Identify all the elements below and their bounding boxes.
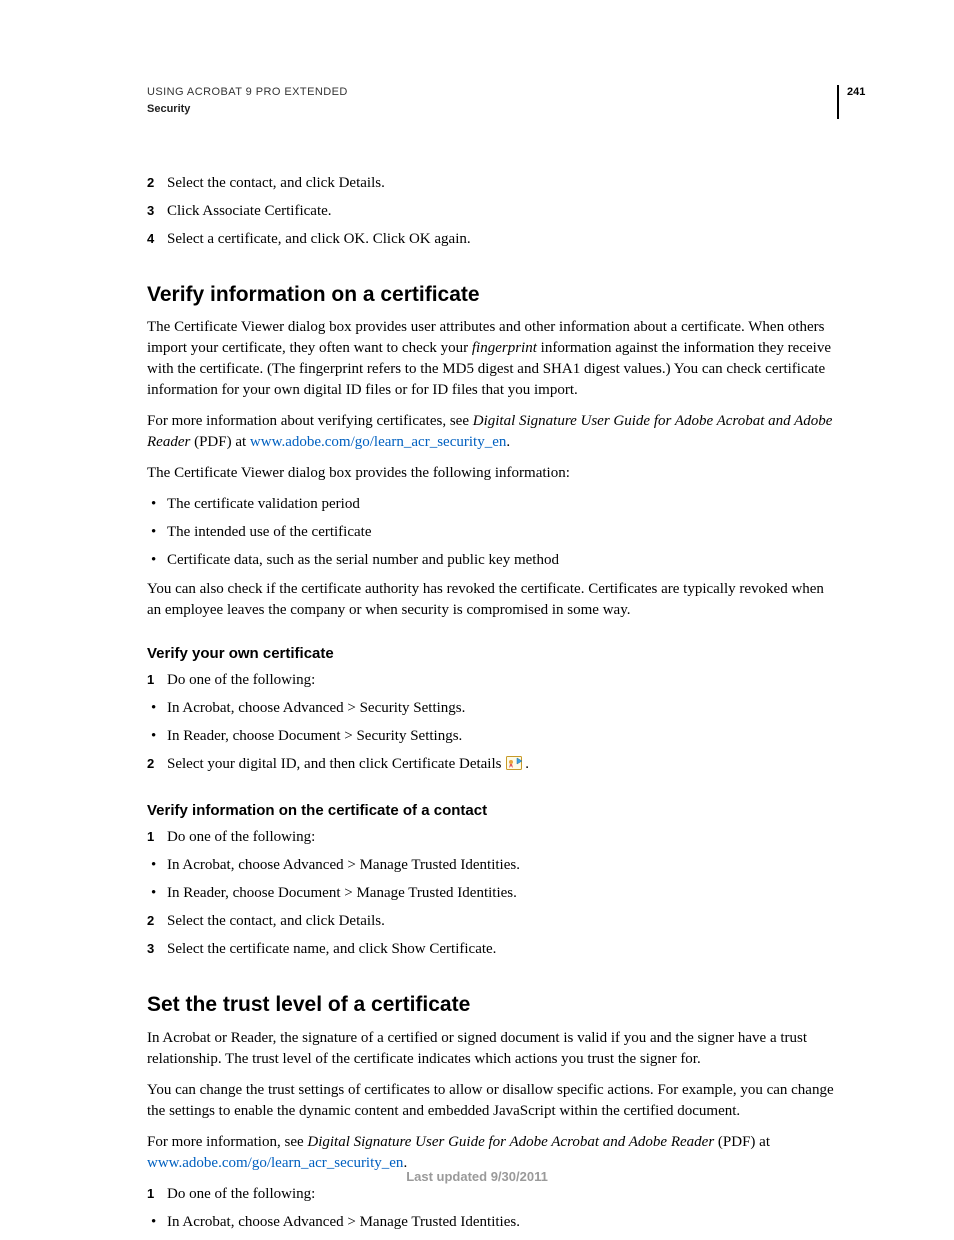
step-text: Select the contact, and click Details.	[167, 911, 837, 932]
running-head: USING ACROBAT 9 PRO EXTENDED	[147, 85, 837, 100]
text-run: For more information, see	[147, 1134, 307, 1150]
step-number: 1	[147, 670, 167, 691]
subsection-heading: Verify your own certificate	[147, 643, 837, 664]
bullet-row: • In Acrobat, choose Advanced > Manage T…	[147, 855, 837, 876]
italic-title: Digital Signature User Guide for Adobe A…	[307, 1134, 714, 1150]
adobe-security-link[interactable]: www.adobe.com/go/learn_acr_security_en	[250, 434, 506, 450]
bullet-icon: •	[147, 855, 167, 876]
step-row: 2 Select the contact, and click Details.	[147, 911, 837, 932]
page-number: 241	[837, 85, 865, 119]
bullet-row: • The certificate validation period	[147, 494, 837, 515]
step-number: 3	[147, 201, 167, 222]
bullet-row: • In Reader, choose Document > Manage Tr…	[147, 883, 837, 904]
bullet-row: • Certificate data, such as the serial n…	[147, 550, 837, 571]
italic-term: fingerprint	[472, 340, 537, 356]
step-row: 2 Select the contact, and click Details.	[147, 173, 837, 194]
bullet-row: • In Acrobat, choose Advanced > Manage T…	[147, 1212, 837, 1233]
step-text: Select your digital ID, and then click C…	[167, 754, 837, 778]
page-number-value: 241	[847, 86, 865, 98]
bullet-icon: •	[147, 1212, 167, 1233]
step-number: 3	[147, 939, 167, 960]
bullet-icon: •	[147, 550, 167, 571]
bullet-icon: •	[147, 883, 167, 904]
step-row: 1 Do one of the following:	[147, 1184, 837, 1205]
bullet-text: The intended use of the certificate	[167, 522, 837, 543]
step-text: Do one of the following:	[167, 827, 837, 848]
step-row: 1 Do one of the following:	[147, 670, 837, 691]
step-text: Select the contact, and click Details.	[167, 173, 837, 194]
step-row: 1 Do one of the following:	[147, 827, 837, 848]
footer-updated: Last updated 9/30/2011	[0, 1168, 954, 1186]
bullet-text: In Reader, choose Document > Security Se…	[167, 726, 837, 747]
text-run: .	[506, 434, 510, 450]
step-row: 2 Select your digital ID, and then click…	[147, 754, 837, 778]
step-text: Select a certificate, and click OK. Clic…	[167, 229, 837, 250]
step-number: 2	[147, 754, 167, 775]
bullet-text: In Acrobat, choose Advanced > Manage Tru…	[167, 855, 837, 876]
section-heading: Verify information on a certificate	[147, 280, 837, 309]
body-paragraph: For more information about verifying cer…	[147, 411, 837, 453]
bullet-text: In Acrobat, choose Advanced > Security S…	[167, 698, 837, 719]
step-text: Select the certificate name, and click S…	[167, 939, 837, 960]
section-heading: Set the trust level of a certificate	[147, 990, 837, 1019]
bullet-text: The certificate validation period	[167, 494, 837, 515]
body-paragraph: In Acrobat or Reader, the signature of a…	[147, 1028, 837, 1070]
step-number: 2	[147, 173, 167, 194]
body-paragraph: You can also check if the certificate au…	[147, 579, 837, 621]
body-paragraph: The Certificate Viewer dialog box provid…	[147, 463, 837, 484]
step-row: 4 Select a certificate, and click OK. Cl…	[147, 229, 837, 250]
step-text: Do one of the following:	[167, 1184, 837, 1205]
body-paragraph: You can change the trust settings of cer…	[147, 1080, 837, 1122]
certificate-details-icon	[506, 755, 524, 778]
bullet-text: In Acrobat, choose Advanced > Manage Tru…	[167, 1212, 837, 1233]
bullet-icon: •	[147, 522, 167, 543]
step-number: 1	[147, 827, 167, 848]
step-row: 3 Select the certificate name, and click…	[147, 939, 837, 960]
running-section: Security	[147, 102, 837, 117]
step-number: 4	[147, 229, 167, 250]
bullet-icon: •	[147, 726, 167, 747]
step-number: 1	[147, 1184, 167, 1205]
step-text: Click Associate Certificate.	[167, 201, 837, 222]
text-run: (PDF) at	[190, 434, 250, 450]
bullet-row: • In Acrobat, choose Advanced > Security…	[147, 698, 837, 719]
step-text: Do one of the following:	[167, 670, 837, 691]
step-number: 2	[147, 911, 167, 932]
bullet-text: In Reader, choose Document > Manage Trus…	[167, 883, 837, 904]
bullet-row: • The intended use of the certificate	[147, 522, 837, 543]
bullet-icon: •	[147, 494, 167, 515]
bullet-icon: •	[147, 698, 167, 719]
step-row: 3 Click Associate Certificate.	[147, 201, 837, 222]
subsection-heading: Verify information on the certificate of…	[147, 800, 837, 821]
bullet-row: • In Reader, choose Document > Security …	[147, 726, 837, 747]
bullet-text: Certificate data, such as the serial num…	[167, 550, 837, 571]
text-run: For more information about verifying cer…	[147, 413, 473, 429]
text-run: Select your digital ID, and then click C…	[167, 756, 501, 772]
body-paragraph: The Certificate Viewer dialog box provid…	[147, 317, 837, 401]
page-content: USING ACROBAT 9 PRO EXTENDED Security 2 …	[147, 85, 837, 1240]
text-run: .	[525, 756, 529, 772]
text-run: (PDF) at	[714, 1134, 770, 1150]
